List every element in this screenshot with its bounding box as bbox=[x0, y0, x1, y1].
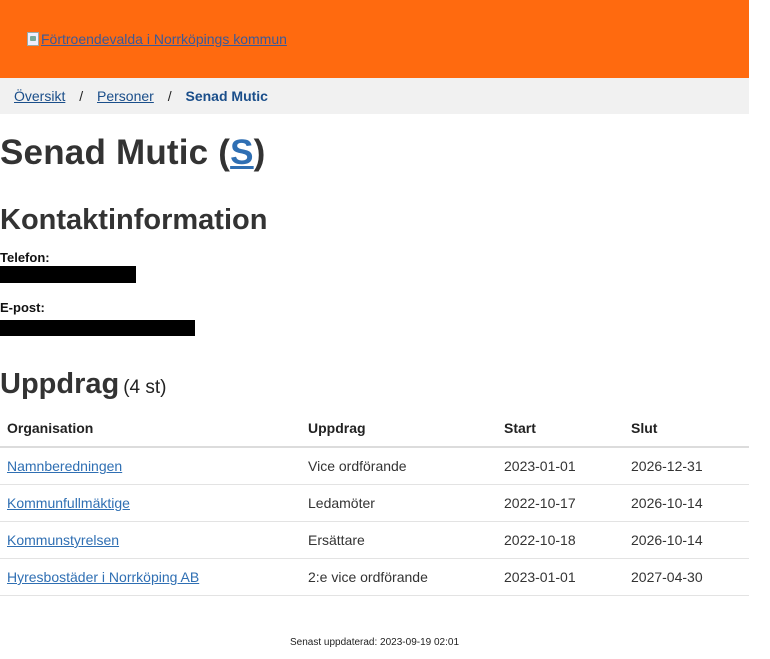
table-row: Kommunstyrelsen Ersättare 2022-10-18 202… bbox=[0, 521, 749, 559]
organisation-cell: Kommunfullmäktige bbox=[0, 484, 301, 522]
end-cell: 2026-12-31 bbox=[624, 447, 749, 485]
column-header-start: Start bbox=[497, 409, 624, 448]
site-header: Förtroendevalda i Norrköpings kommun bbox=[0, 0, 749, 78]
contact-heading: Kontaktinformation bbox=[0, 204, 268, 236]
table-row: Namnberedningen Vice ordförande 2023-01-… bbox=[0, 447, 749, 485]
start-cell: 2022-10-17 bbox=[497, 484, 624, 522]
end-cell: 2026-10-14 bbox=[624, 521, 749, 559]
organisation-link[interactable]: Kommunstyrelsen bbox=[7, 532, 119, 548]
organisation-cell: Namnberedningen bbox=[0, 447, 301, 485]
column-header-uppdrag: Uppdrag bbox=[301, 409, 497, 448]
phone-redacted bbox=[0, 266, 136, 283]
assignments-table: Organisation Uppdrag Start Slut Namnbere… bbox=[0, 409, 749, 596]
phone-label: Telefon: bbox=[0, 250, 50, 265]
table-row: Hyresbostäder i Norrköping AB 2:e vice o… bbox=[0, 558, 749, 596]
organisation-link[interactable]: Namnberedningen bbox=[7, 458, 122, 474]
start-cell: 2022-10-18 bbox=[497, 521, 624, 559]
email-redacted bbox=[0, 320, 195, 336]
breadcrumb-link-personer[interactable]: Personer bbox=[97, 88, 154, 104]
start-cell: 2023-01-01 bbox=[497, 558, 624, 596]
organisation-cell: Hyresbostäder i Norrköping AB bbox=[0, 558, 301, 596]
party-link[interactable]: S bbox=[230, 133, 254, 172]
breadcrumb-separator: / bbox=[79, 88, 84, 104]
end-cell: 2026-10-14 bbox=[624, 484, 749, 522]
organisation-link[interactable]: Kommunfullmäktige bbox=[7, 495, 130, 511]
start-cell: 2023-01-01 bbox=[497, 447, 624, 485]
email-label: E-post: bbox=[0, 300, 45, 315]
logo-alt-text: Förtroendevalda i Norrköpings kommun bbox=[41, 31, 287, 47]
role-cell: 2:e vice ordförande bbox=[301, 558, 497, 596]
page-title: Senad Mutic (S) bbox=[0, 133, 266, 172]
breadcrumb: Översikt / Personer / Senad Mutic bbox=[0, 78, 749, 114]
breadcrumb-separator: / bbox=[167, 88, 172, 104]
assignments-count: (4 st) bbox=[123, 377, 167, 398]
organisation-cell: Kommunstyrelsen bbox=[0, 521, 301, 559]
assignments-title: Uppdrag bbox=[0, 368, 120, 400]
breadcrumb-link-oversikt[interactable]: Översikt bbox=[14, 88, 65, 104]
column-header-slut: Slut bbox=[624, 409, 749, 448]
person-name: Senad Mutic bbox=[0, 133, 209, 172]
column-header-organisation: Organisation bbox=[0, 409, 301, 448]
assignments-heading: Uppdrag (4 st) bbox=[0, 368, 167, 401]
broken-image-icon bbox=[27, 32, 39, 46]
organisation-link[interactable]: Hyresbostäder i Norrköping AB bbox=[7, 569, 199, 585]
table-header-row: Organisation Uppdrag Start Slut bbox=[0, 409, 749, 448]
breadcrumb-current: Senad Mutic bbox=[185, 88, 268, 104]
last-updated: Senast uppdaterad: 2023-09-19 02:01 bbox=[289, 637, 460, 648]
end-cell: 2027-04-30 bbox=[624, 558, 749, 596]
role-cell: Vice ordförande bbox=[301, 447, 497, 485]
role-cell: Ersättare bbox=[301, 521, 497, 559]
role-cell: Ledamöter bbox=[301, 484, 497, 522]
table-row: Kommunfullmäktige Ledamöter 2022-10-17 2… bbox=[0, 484, 749, 522]
site-logo-link[interactable]: Förtroendevalda i Norrköpings kommun bbox=[27, 31, 287, 47]
